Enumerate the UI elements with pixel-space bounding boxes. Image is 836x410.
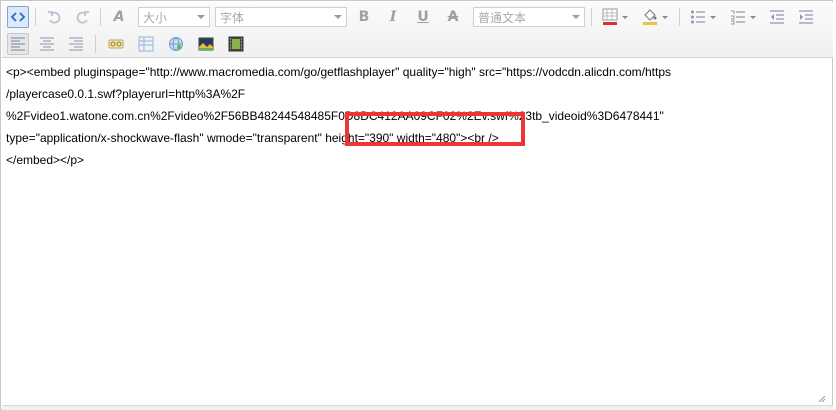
image-icon bbox=[195, 33, 217, 55]
toolbar-divider bbox=[95, 35, 96, 53]
bullet-list-button[interactable] bbox=[686, 6, 720, 28]
paragraph-format-select[interactable]: 普通文本 bbox=[473, 7, 585, 27]
font-color-icon bbox=[602, 8, 618, 25]
caret-down-icon bbox=[710, 15, 716, 19]
underline-icon: U bbox=[417, 9, 429, 25]
font-family-label: 字体 bbox=[220, 10, 245, 25]
editor-content[interactable]: <p><embed pluginspage="http://www.macrom… bbox=[3, 59, 832, 399]
strikethrough-button[interactable]: A bbox=[442, 6, 464, 28]
indent-button[interactable] bbox=[795, 6, 817, 28]
content-line: </embed></p> bbox=[6, 153, 85, 167]
align-center-button[interactable] bbox=[36, 33, 58, 55]
bullet-list-icon bbox=[691, 10, 705, 24]
align-left-button[interactable] bbox=[7, 33, 29, 55]
align-right-icon bbox=[65, 33, 87, 55]
undo-button[interactable] bbox=[43, 6, 65, 28]
link-icon bbox=[105, 33, 127, 55]
chevron-down-icon bbox=[334, 15, 342, 19]
table-icon bbox=[135, 33, 157, 55]
font-color-button[interactable] bbox=[598, 6, 632, 28]
caret-down-icon bbox=[750, 15, 756, 19]
format-painter-button[interactable]: A bbox=[108, 6, 130, 28]
insert-image-button[interactable] bbox=[195, 33, 217, 55]
insert-link-button[interactable] bbox=[105, 33, 127, 55]
toolbar-divider bbox=[35, 8, 36, 26]
numbered-list-button[interactable] bbox=[726, 6, 760, 28]
outdent-icon bbox=[766, 6, 788, 28]
caret-down-icon bbox=[622, 15, 628, 19]
editor-toolbar: A 大小 字体 B I U A 普通文本 bbox=[2, 2, 833, 58]
content-line: /playercase0.0.1.swf?playerurl=http%3A%2… bbox=[6, 87, 246, 101]
toolbar-divider bbox=[100, 8, 101, 26]
rich-text-editor: A 大小 字体 B I U A 普通文本 <p><embed pluginspa… bbox=[0, 0, 833, 410]
italic-icon: I bbox=[389, 9, 397, 25]
highlight-box bbox=[345, 112, 525, 146]
source-code-button[interactable] bbox=[7, 6, 29, 28]
redo-button[interactable] bbox=[72, 6, 94, 28]
resize-handle-icon[interactable] bbox=[818, 395, 826, 403]
paint-bucket-icon bbox=[643, 9, 657, 25]
indent-icon bbox=[795, 6, 817, 28]
align-center-icon bbox=[36, 33, 58, 55]
insert-hyperlink-button[interactable] bbox=[165, 33, 187, 55]
content-line: <p><embed pluginspage="http://www.macrom… bbox=[6, 65, 672, 79]
font-family-select[interactable]: 字体 bbox=[215, 7, 347, 27]
font-size-select[interactable]: 大小 bbox=[138, 7, 210, 27]
undo-icon bbox=[43, 6, 65, 28]
toolbar-divider bbox=[679, 8, 680, 26]
align-right-button[interactable] bbox=[65, 33, 87, 55]
bold-button[interactable]: B bbox=[353, 6, 375, 28]
globe-icon bbox=[165, 33, 187, 55]
bold-icon: B bbox=[358, 9, 370, 25]
paragraph-format-label: 普通文本 bbox=[478, 10, 527, 25]
source-code-icon bbox=[7, 6, 29, 28]
outdent-button[interactable] bbox=[766, 6, 788, 28]
format-painter-icon: A bbox=[113, 9, 125, 25]
insert-table-button[interactable] bbox=[135, 33, 157, 55]
align-left-icon bbox=[7, 33, 29, 55]
film-icon bbox=[225, 33, 247, 55]
chevron-down-icon bbox=[572, 15, 580, 19]
caret-down-icon bbox=[662, 15, 668, 19]
editor-footer bbox=[2, 405, 833, 410]
underline-button[interactable]: U bbox=[412, 6, 434, 28]
redo-icon bbox=[72, 6, 94, 28]
highlight-color-button[interactable] bbox=[638, 6, 672, 28]
italic-button[interactable]: I bbox=[382, 6, 404, 28]
chevron-down-icon bbox=[197, 15, 205, 19]
strikethrough-icon: A bbox=[447, 9, 459, 25]
numbered-list-icon bbox=[731, 10, 745, 25]
toolbar-divider bbox=[591, 8, 592, 26]
font-size-label: 大小 bbox=[143, 10, 168, 25]
insert-video-button[interactable] bbox=[225, 33, 247, 55]
